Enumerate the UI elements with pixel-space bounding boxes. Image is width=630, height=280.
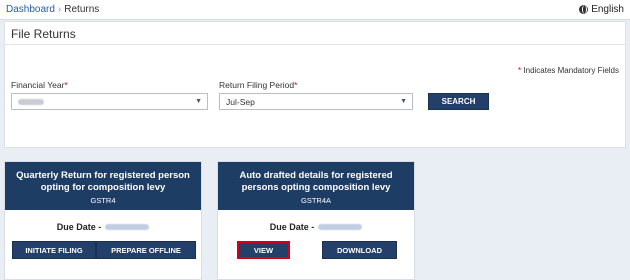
chevron-down-icon: ▼ — [195, 98, 202, 105]
return-period-required-mark: * — [294, 80, 298, 90]
prepare-offline-button[interactable]: PREPARE OFFLINE — [96, 241, 196, 259]
globe-icon — [579, 5, 589, 14]
language-selector[interactable]: English — [579, 4, 624, 15]
due-date: Due Date - — [218, 222, 414, 232]
card-header: Auto drafted details for registered pers… — [218, 162, 414, 210]
mandatory-note: * Indicates Mandatory Fields — [518, 66, 619, 75]
mandatory-star: * — [518, 66, 522, 75]
financial-year-select[interactable]: ▼ — [11, 93, 208, 110]
file-returns-panel: File Returns * Indicates Mandatory Field… — [4, 21, 626, 148]
title-divider — [5, 44, 625, 45]
financial-year-label-text: Financial Year — [11, 80, 65, 90]
gstr4-card: Quarterly Return for registered person o… — [4, 161, 202, 280]
financial-year-value-redacted — [18, 99, 44, 105]
card-header: Quarterly Return for registered person o… — [5, 162, 201, 210]
download-button[interactable]: DOWNLOAD — [322, 241, 397, 259]
return-period-value: Jul-Sep — [226, 97, 255, 107]
return-period-select[interactable]: Jul-Sep ▼ — [219, 93, 413, 110]
view-button[interactable]: VIEW — [237, 241, 290, 259]
due-date-label: Due Date - — [56, 222, 102, 232]
top-bar: Dashboard › Returns English — [0, 0, 630, 20]
page-title: File Returns — [11, 27, 76, 41]
mandatory-note-text: Indicates Mandatory Fields — [523, 66, 619, 75]
card-title: Auto drafted details for registered pers… — [239, 170, 393, 193]
search-button[interactable]: SEARCH — [428, 93, 489, 110]
gstr4a-card: Auto drafted details for registered pers… — [217, 161, 415, 280]
breadcrumb: Dashboard › Returns — [6, 4, 99, 15]
financial-year-label: Financial Year* — [11, 80, 68, 90]
return-period-label: Return Filing Period* — [219, 80, 297, 90]
due-date-value-redacted — [105, 224, 150, 230]
breadcrumb-current: Returns — [64, 4, 100, 15]
breadcrumb-dashboard-link[interactable]: Dashboard — [6, 4, 55, 15]
card-title: Quarterly Return for registered person o… — [16, 170, 190, 193]
breadcrumb-separator: › — [57, 4, 62, 15]
due-date-label: Due Date - — [269, 222, 315, 232]
due-date: Due Date - — [5, 222, 201, 232]
card-code: GSTR4A — [300, 196, 331, 205]
language-label: English — [591, 4, 624, 15]
return-period-label-text: Return Filing Period — [219, 80, 295, 90]
initiate-filing-button[interactable]: INITIATE FILING — [12, 241, 96, 259]
financial-year-required-mark: * — [64, 80, 68, 90]
card-code: GSTR4 — [90, 196, 116, 205]
chevron-down-icon: ▼ — [400, 98, 407, 105]
due-date-value-redacted — [318, 224, 363, 230]
